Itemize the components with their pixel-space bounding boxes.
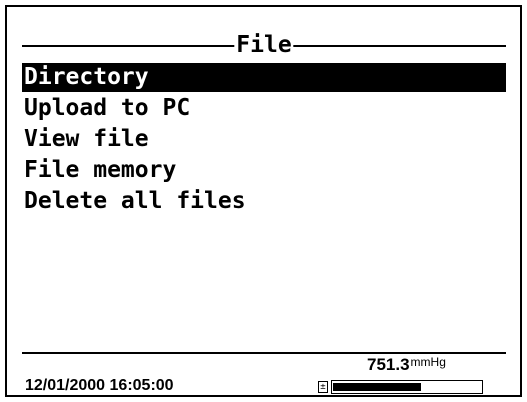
battery-indicator: ± [318, 380, 483, 394]
menu-title-bar: File [22, 31, 506, 59]
menu-item-file-memory[interactable]: File memory [22, 156, 506, 185]
pressure-unit: mmHg [410, 355, 446, 369]
status-divider [22, 352, 506, 354]
battery-bar [331, 380, 483, 394]
battery-fill [333, 383, 421, 391]
date-time: 12/01/2000 16:05:00 [25, 377, 174, 394]
menu-item-view-file[interactable]: View file [22, 125, 506, 154]
page-title: File [234, 31, 294, 59]
instrument-display: File Directory Upload to PC View file Fi… [5, 5, 522, 397]
battery-plus-icon: ± [318, 381, 328, 393]
menu-item-directory[interactable]: Directory [22, 63, 506, 92]
pressure-value: 751.3 [367, 355, 410, 374]
barometer-readout: 751.3mmHg [367, 355, 446, 375]
file-menu: Directory Upload to PC View file File me… [22, 63, 506, 218]
menu-item-upload-to-pc[interactable]: Upload to PC [22, 94, 506, 123]
menu-item-delete-all-files[interactable]: Delete all files [22, 187, 506, 216]
